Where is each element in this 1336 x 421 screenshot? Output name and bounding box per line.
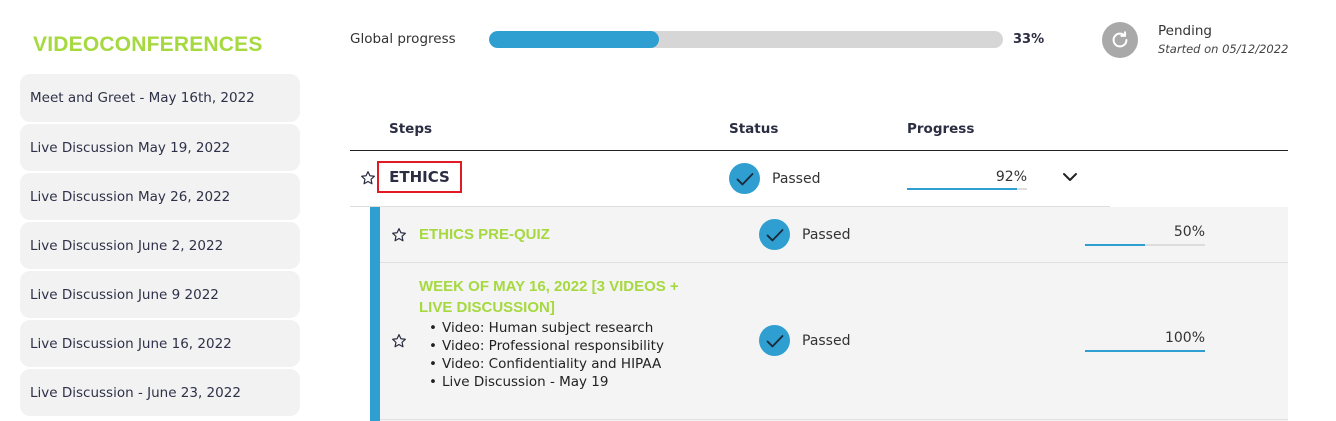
sub-step-title[interactable]: WEEK OF MAY 16, 2022 [3 VIDEOS + LIVE DI…: [419, 276, 679, 318]
step-status: Passed: [772, 171, 821, 187]
chevron-down-icon[interactable]: [1062, 171, 1078, 183]
sub-step-status: Passed: [802, 227, 851, 243]
row-divider: [380, 262, 1288, 263]
header-divider: [350, 150, 1288, 151]
column-header-steps: Steps: [389, 121, 433, 137]
row-divider: [380, 419, 1288, 420]
sidebar-item[interactable]: Live Discussion - June 23, 2022: [20, 369, 300, 416]
list-item: Live Discussion - May 19: [429, 373, 664, 391]
sidebar-list: Meet and Greet - May 16th, 2022 Live Dis…: [20, 74, 300, 418]
step-progress-fill: [907, 188, 1018, 190]
global-progress-bar: [489, 31, 1003, 48]
sidebar-item[interactable]: Live Discussion May 19, 2022: [20, 124, 300, 171]
sidebar-item[interactable]: Live Discussion June 2, 2022: [20, 222, 300, 269]
list-item: Video: Confidentiality and HIPAA: [429, 355, 664, 373]
sub-step-progress-fill: [1085, 350, 1205, 352]
sub-step-title[interactable]: ETHICS PRE-QUIZ: [419, 224, 550, 245]
sub-step-progress-fill: [1085, 244, 1145, 246]
sidebar-item[interactable]: Meet and Greet - May 16th, 2022: [20, 74, 300, 122]
sidebar-item[interactable]: Live Discussion June 9 2022: [20, 271, 300, 318]
sub-step-title-line: WEEK OF MAY 16, 2022 [3 VIDEOS +: [419, 278, 679, 295]
sub-step-progress-percent: 100%: [1164, 330, 1205, 346]
sub-steps-accent: [370, 207, 380, 421]
step-title-ethics[interactable]: ETHICS: [377, 161, 462, 193]
star-icon[interactable]: [360, 170, 376, 186]
global-progress-fill: [489, 31, 659, 48]
sub-step-title-line: LIVE DISCUSSION]: [419, 299, 555, 316]
step-progress-percent: 92%: [995, 169, 1027, 185]
global-progress-percent: 33%: [1013, 32, 1045, 47]
star-icon[interactable]: [391, 227, 407, 243]
sidebar-item[interactable]: Live Discussion June 16, 2022: [20, 320, 300, 367]
check-icon: [759, 325, 790, 356]
status-label: Pending: [1158, 23, 1212, 39]
list-item: Video: Professional responsibility: [429, 337, 664, 355]
list-item: Video: Human subject research: [429, 319, 664, 337]
sub-step-progress-bar: [1085, 244, 1205, 246]
sub-step-title-line: ETHICS PRE-QUIZ: [419, 226, 550, 243]
star-icon[interactable]: [391, 333, 407, 349]
started-date: Started on 05/12/2022: [1158, 42, 1289, 56]
column-header-status: Status: [729, 121, 779, 137]
step-progress-bar: [907, 188, 1027, 190]
column-header-progress: Progress: [907, 121, 975, 137]
sidebar-title: VIDEOCONFERENCES: [33, 33, 263, 56]
check-icon: [759, 219, 790, 250]
sub-step-progress-bar: [1085, 350, 1205, 352]
refresh-icon[interactable]: [1102, 22, 1138, 58]
sub-step-progress-percent: 50%: [1173, 224, 1205, 240]
sidebar-item[interactable]: Live Discussion May 26, 2022: [20, 173, 300, 220]
sub-step-status: Passed: [802, 333, 851, 349]
check-icon: [729, 163, 760, 194]
global-progress-label: Global progress: [350, 31, 456, 47]
video-list: Video: Human subject research Video: Pro…: [429, 319, 664, 391]
